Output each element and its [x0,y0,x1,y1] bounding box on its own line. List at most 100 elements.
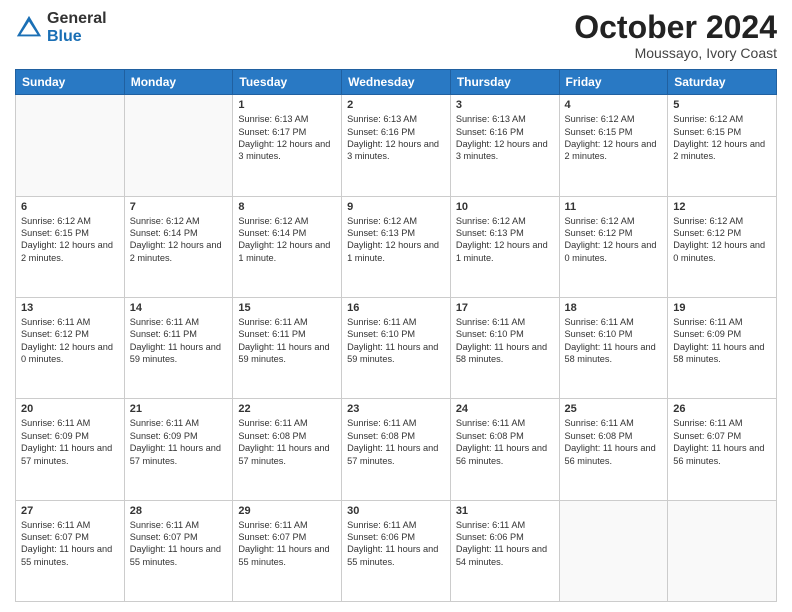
calendar-cell [559,500,668,601]
calendar-day-header: Monday [124,70,233,95]
day-number: 22 [238,403,336,415]
day-info: Sunrise: 6:11 AM Sunset: 6:09 PM Dayligh… [21,417,119,467]
day-info: Sunrise: 6:11 AM Sunset: 6:08 PM Dayligh… [347,417,445,467]
calendar-week-row: 27Sunrise: 6:11 AM Sunset: 6:07 PM Dayli… [16,500,777,601]
day-info: Sunrise: 6:11 AM Sunset: 6:09 PM Dayligh… [673,316,771,366]
day-info: Sunrise: 6:12 AM Sunset: 6:13 PM Dayligh… [456,215,554,265]
day-info: Sunrise: 6:11 AM Sunset: 6:09 PM Dayligh… [130,417,228,467]
calendar-day-header: Saturday [668,70,777,95]
day-number: 12 [673,201,771,213]
calendar-day-header: Thursday [450,70,559,95]
day-info: Sunrise: 6:11 AM Sunset: 6:10 PM Dayligh… [347,316,445,366]
calendar-cell: 31Sunrise: 6:11 AM Sunset: 6:06 PM Dayli… [450,500,559,601]
calendar-cell: 22 Sunrise: 6:11 AM Sunset: 6:08 PM Dayli… [233,399,342,500]
calendar-cell: 4 Sunrise: 6:12 AM Sunset: 6:15 PM Daylig… [559,95,668,196]
day-info: Sunrise: 6:11 AM Sunset: 6:11 PM Dayligh… [238,316,336,366]
calendar-day-header: Friday [559,70,668,95]
day-number: 13 [21,302,119,314]
day-number: 26 [673,403,771,415]
calendar-cell: 6Sunrise: 6:12 AM Sunset: 6:15 PM Daylig… [16,196,125,297]
day-info: Sunrise: 6:11 AM Sunset: 6:07 PM Dayligh… [130,519,228,569]
day-number: 3 [456,99,554,111]
calendar-week-row: 1 Sunrise: 6:13 AM Sunset: 6:17 PM Daylig… [16,95,777,196]
day-info: Sunrise: 6:12 AM Sunset: 6:12 PM Dayligh… [673,215,771,265]
day-number: 9 [347,201,445,213]
calendar-cell: 27Sunrise: 6:11 AM Sunset: 6:07 PM Dayli… [16,500,125,601]
calendar-day-header: Tuesday [233,70,342,95]
day-number: 20 [21,403,119,415]
calendar-cell [16,95,125,196]
calendar-cell: 29 Sunrise: 6:11 AM Sunset: 6:07 PM Dayli… [233,500,342,601]
day-info: Sunrise: 6:12 AM Sunset: 6:13 PM Dayligh… [347,215,445,265]
day-info: Sunrise: 6:11 AM Sunset: 6:07 PM Dayligh… [21,519,119,569]
day-info: Sunrise: 6:11 AM Sunset: 6:06 PM Dayligh… [347,519,445,569]
day-info: Sunrise: 6:11 AM Sunset: 6:07 PM Dayligh… [673,417,771,467]
calendar-cell: 13 Sunrise: 6:11 AM Sunset: 6:12 PM Dayli… [16,297,125,398]
day-number: 1 [238,99,336,111]
day-number: 30 [347,505,445,517]
day-info: Sunrise: 6:13 AM Sunset: 6:17 PM Dayligh… [238,113,336,163]
calendar-cell: 30 Sunrise: 6:11 AM Sunset: 6:06 PM Dayli… [342,500,451,601]
calendar-cell: 20 Sunrise: 6:11 AM Sunset: 6:09 PM Dayli… [16,399,125,500]
day-info: Sunrise: 6:12 AM Sunset: 6:15 PM Dayligh… [673,113,771,163]
calendar-cell: 7Sunrise: 6:12 AM Sunset: 6:14 PM Daylig… [124,196,233,297]
day-info: Sunrise: 6:11 AM Sunset: 6:11 PM Dayligh… [130,316,228,366]
day-info: Sunrise: 6:11 AM Sunset: 6:08 PM Dayligh… [238,417,336,467]
calendar-cell [668,500,777,601]
calendar-week-row: 13 Sunrise: 6:11 AM Sunset: 6:12 PM Dayli… [16,297,777,398]
day-number: 10 [456,201,554,213]
day-number: 24 [456,403,554,415]
day-number: 28 [130,505,228,517]
calendar-day-header: Wednesday [342,70,451,95]
day-number: 14 [130,302,228,314]
calendar-cell: 2 Sunrise: 6:13 AM Sunset: 6:16 PM Daylig… [342,95,451,196]
calendar-cell: 14 Sunrise: 6:11 AM Sunset: 6:11 PM Dayli… [124,297,233,398]
day-number: 18 [565,302,663,314]
logo-icon [15,14,43,42]
location-subtitle: Moussayo, Ivory Coast [574,45,777,61]
calendar-cell: 19 Sunrise: 6:11 AM Sunset: 6:09 PM Dayli… [668,297,777,398]
calendar-cell [124,95,233,196]
calendar-cell: 5 Sunrise: 6:12 AM Sunset: 6:15 PM Daylig… [668,95,777,196]
day-info: Sunrise: 6:13 AM Sunset: 6:16 PM Dayligh… [456,113,554,163]
day-info: Sunrise: 6:12 AM Sunset: 6:12 PM Dayligh… [565,215,663,265]
day-info: Sunrise: 6:12 AM Sunset: 6:14 PM Dayligh… [238,215,336,265]
day-number: 21 [130,403,228,415]
day-number: 25 [565,403,663,415]
calendar-cell: 10 Sunrise: 6:12 AM Sunset: 6:13 PM Dayli… [450,196,559,297]
page: General Blue October 2024 Moussayo, Ivor… [0,0,792,612]
calendar-cell: 24 Sunrise: 6:11 AM Sunset: 6:08 PM Dayli… [450,399,559,500]
day-number: 16 [347,302,445,314]
day-number: 29 [238,505,336,517]
calendar-cell: 23 Sunrise: 6:11 AM Sunset: 6:08 PM Dayli… [342,399,451,500]
day-number: 23 [347,403,445,415]
day-info: Sunrise: 6:12 AM Sunset: 6:15 PM Dayligh… [565,113,663,163]
day-number: 2 [347,99,445,111]
day-number: 6 [21,201,119,213]
calendar-week-row: 20 Sunrise: 6:11 AM Sunset: 6:09 PM Dayli… [16,399,777,500]
day-info: Sunrise: 6:11 AM Sunset: 6:08 PM Dayligh… [456,417,554,467]
calendar-cell: 12 Sunrise: 6:12 AM Sunset: 6:12 PM Dayli… [668,196,777,297]
calendar-cell: 25 Sunrise: 6:11 AM Sunset: 6:08 PM Dayli… [559,399,668,500]
day-number: 19 [673,302,771,314]
logo-blue: Blue [47,28,107,46]
day-number: 31 [456,505,554,517]
logo-general: General [47,10,107,28]
calendar-cell: 9 Sunrise: 6:12 AM Sunset: 6:13 PM Daylig… [342,196,451,297]
day-info: Sunrise: 6:11 AM Sunset: 6:08 PM Dayligh… [565,417,663,467]
title-block: October 2024 Moussayo, Ivory Coast [574,10,777,61]
calendar-day-header: Sunday [16,70,125,95]
day-number: 5 [673,99,771,111]
day-info: Sunrise: 6:11 AM Sunset: 6:10 PM Dayligh… [456,316,554,366]
day-info: Sunrise: 6:11 AM Sunset: 6:07 PM Dayligh… [238,519,336,569]
header: General Blue October 2024 Moussayo, Ivor… [15,10,777,61]
day-number: 4 [565,99,663,111]
day-info: Sunrise: 6:11 AM Sunset: 6:12 PM Dayligh… [21,316,119,366]
logo-text: General Blue [47,10,107,45]
calendar-week-row: 6Sunrise: 6:12 AM Sunset: 6:15 PM Daylig… [16,196,777,297]
calendar-header-row: SundayMondayTuesdayWednesdayThursdayFrid… [16,70,777,95]
month-title: October 2024 [574,10,777,45]
calendar-table: SundayMondayTuesdayWednesdayThursdayFrid… [15,69,777,602]
day-info: Sunrise: 6:13 AM Sunset: 6:16 PM Dayligh… [347,113,445,163]
calendar-cell: 1 Sunrise: 6:13 AM Sunset: 6:17 PM Daylig… [233,95,342,196]
